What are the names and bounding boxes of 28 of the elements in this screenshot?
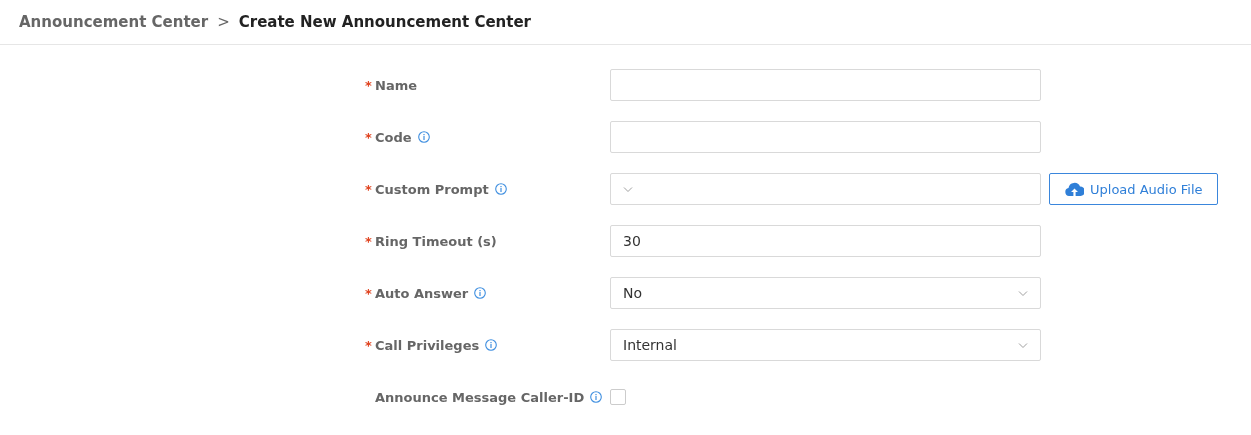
field-label: Custom Prompt — [375, 181, 489, 197]
field-label: Code — [375, 129, 412, 145]
caret-icon — [1018, 341, 1028, 349]
field-label: Name — [375, 77, 417, 93]
required-mark: * — [365, 129, 371, 145]
breadcrumb-link[interactable]: Announcement Center — [19, 13, 209, 31]
required-mark: * — [365, 181, 371, 197]
upload-icon — [1064, 180, 1084, 198]
required-mark: * — [365, 77, 371, 93]
field-label: Call Privileges — [375, 337, 480, 353]
page-title: Create New Announcement Center — [238, 13, 531, 31]
required-mark: * — [365, 233, 371, 249]
field-label: Announce Message Caller-ID — [375, 389, 585, 405]
breadcrumb-separator: > — [217, 13, 230, 31]
field-label: Auto Answer — [375, 285, 469, 301]
required-mark: * — [365, 285, 371, 301]
caret-icon — [1018, 289, 1028, 297]
input-field[interactable] — [610, 121, 1041, 153]
dropdown-field[interactable] — [610, 173, 1041, 205]
input-field[interactable] — [610, 69, 1041, 101]
checkbox[interactable] — [610, 389, 626, 405]
dropdown-field[interactable]: No — [610, 277, 1041, 309]
field-label: Ring Timeout (s) — [375, 233, 497, 249]
dropdown-field[interactable]: Internal — [610, 329, 1041, 361]
upload-button[interactable]: Upload Audio File — [1049, 173, 1218, 205]
required-mark: * — [365, 337, 371, 353]
input-field[interactable]: 30 — [610, 225, 1041, 257]
caret-icon — [623, 185, 633, 193]
